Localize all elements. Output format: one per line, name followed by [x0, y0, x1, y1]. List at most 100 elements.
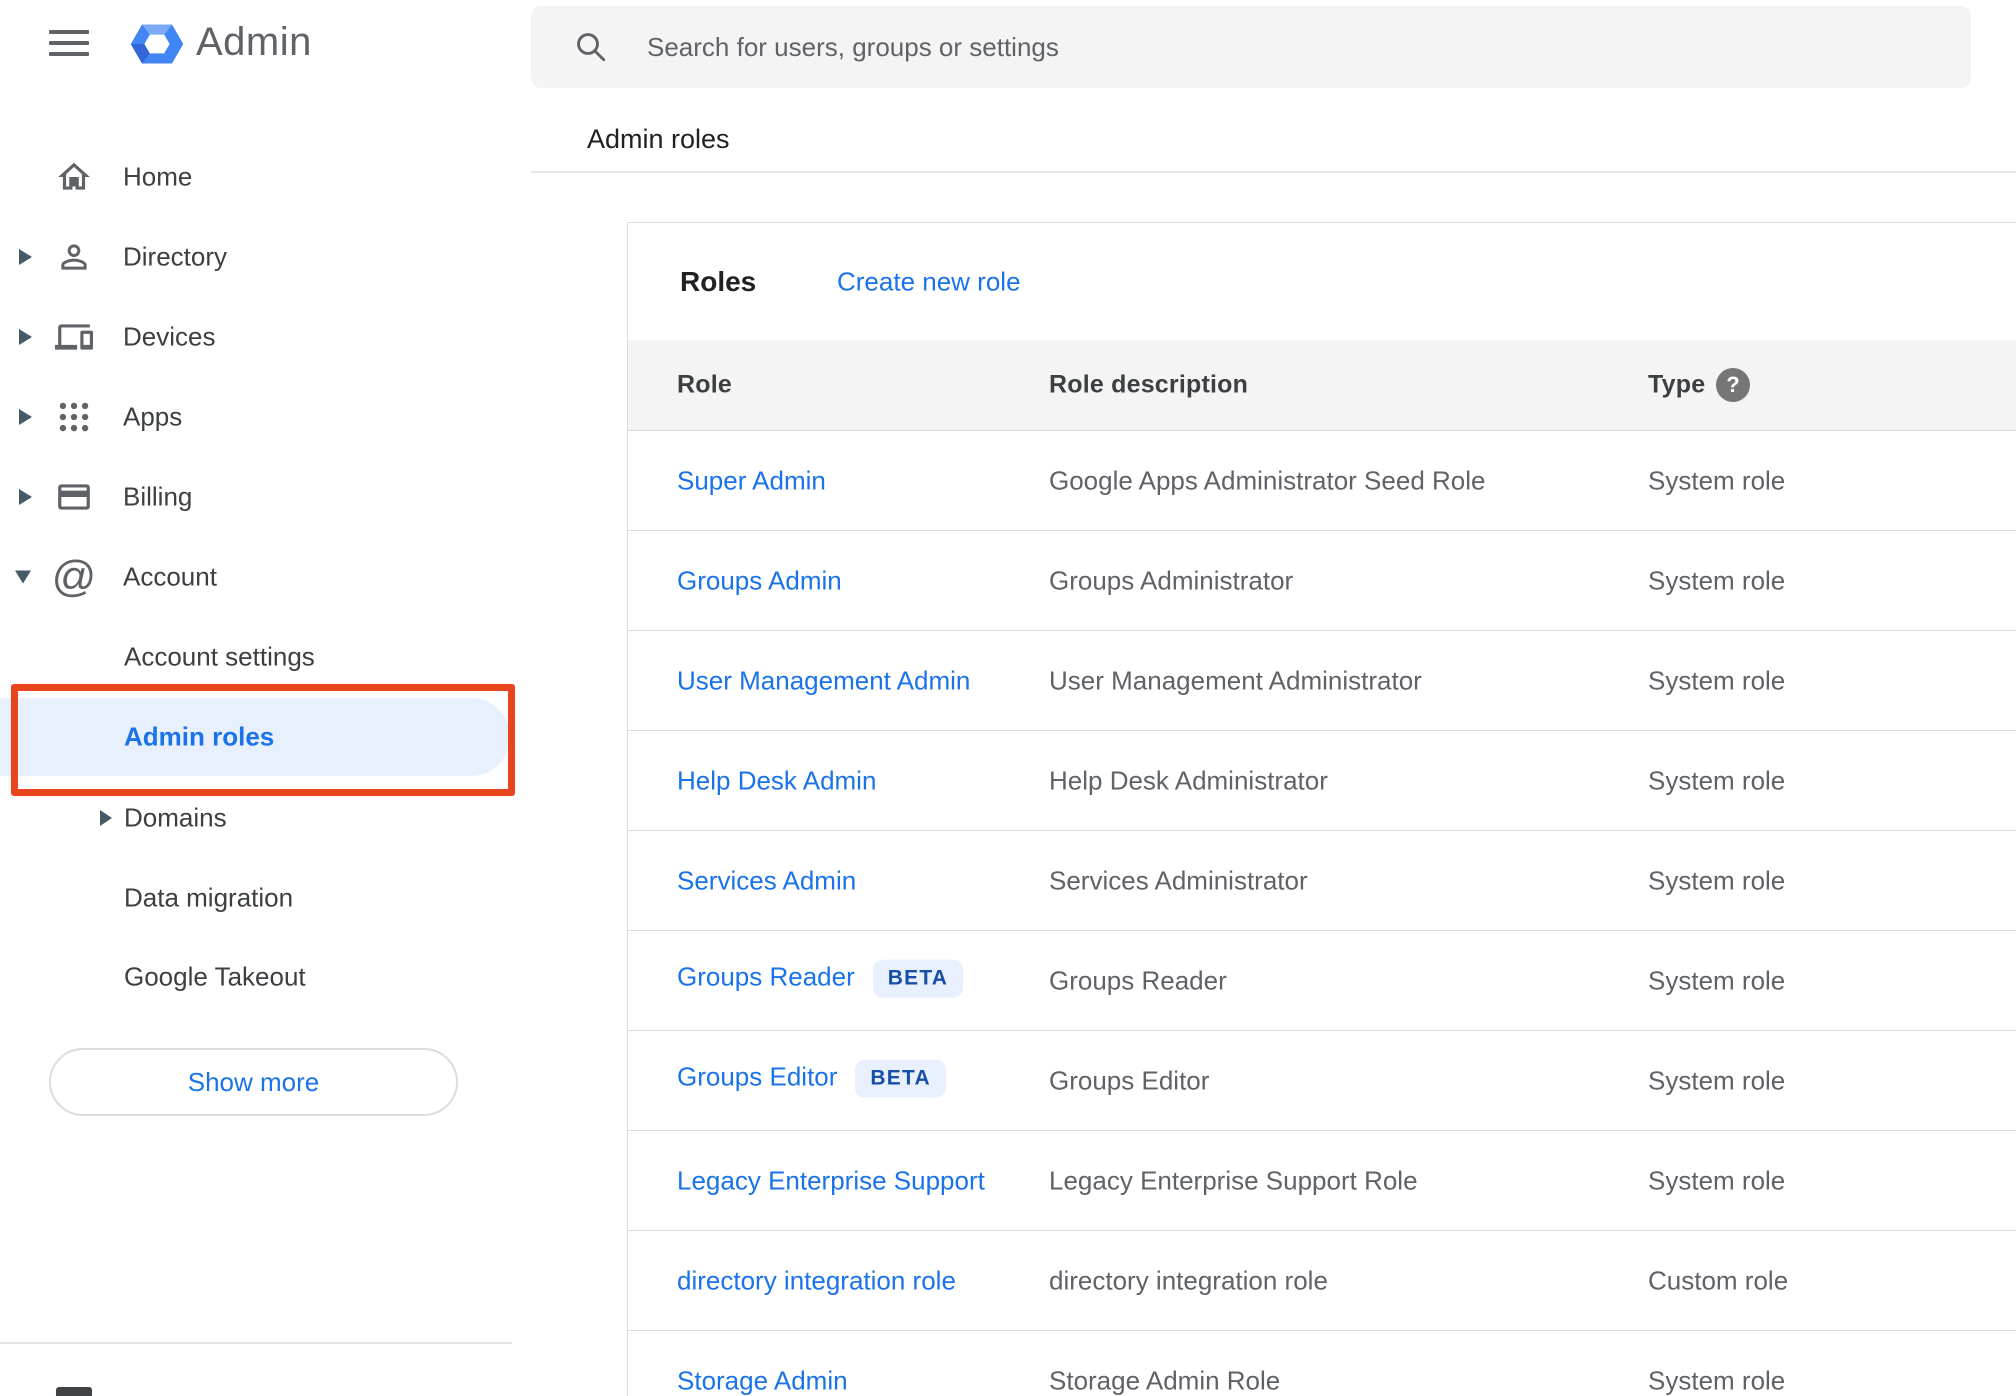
sidebar-item-label: Account settings [124, 641, 315, 672]
role-description-cell: Storage Admin Role [1049, 1365, 1281, 1395]
card-title: Roles [680, 265, 757, 297]
sidebar-item-devices[interactable]: Devices [0, 297, 531, 377]
sidebar-item-account-settings[interactable]: Account settings [0, 618, 531, 696]
sidebar-divider [0, 1342, 512, 1344]
role-description-cell: User Management Administrator [1049, 665, 1422, 695]
role-link[interactable]: Services Admin [677, 865, 856, 895]
column-header-role-description: Role description [1049, 370, 1249, 399]
role-type-cell: System role [1648, 1165, 1786, 1195]
role-type-cell: System role [1648, 1065, 1786, 1095]
role-cell: Groups Admin [677, 565, 842, 596]
chevron-right-icon[interactable] [19, 249, 32, 265]
sidebar-item-label: Data migration [124, 882, 294, 913]
person-icon [54, 237, 94, 277]
partial-sidebar-icon [56, 1387, 92, 1396]
role-type-cell: System role [1648, 465, 1786, 495]
table-row: Groups Editor BETA Groups Editor System rol… [628, 1031, 2016, 1131]
table-row: Legacy Enterprise Support Legacy Enterpri… [628, 1131, 2016, 1231]
sidebar-item-apps[interactable]: Apps [0, 377, 531, 457]
sidebar-item-billing[interactable]: Billing [0, 457, 531, 537]
role-link[interactable]: User Management Admin [677, 665, 970, 695]
roles-card-header: Roles Create new role [628, 223, 2016, 340]
sidebar-item-label: Google Takeout [124, 961, 306, 992]
sidebar-item-label: Directory [123, 241, 228, 272]
column-header-type: Type [1648, 370, 1706, 399]
chevron-right-icon[interactable] [19, 329, 32, 345]
table-row: Groups Admin Groups Administrator System r… [628, 531, 2016, 631]
sidebar-item-admin-roles[interactable]: Admin roles [0, 698, 510, 776]
sidebar-item-domains[interactable]: Domains [0, 779, 531, 857]
column-header-role: Role [677, 370, 732, 399]
role-description-cell: Google Apps Administrator Seed Role [1049, 465, 1486, 495]
role-description-cell: Help Desk Administrator [1049, 765, 1328, 795]
search-bar[interactable] [531, 6, 1971, 88]
show-more-button[interactable]: Show more [49, 1048, 458, 1116]
role-cell: directory integration role [677, 1265, 956, 1296]
sidebar-item-label: Home [123, 161, 193, 192]
sidebar-item-label: Apps [123, 401, 183, 432]
role-cell: Groups Reader BETA [677, 959, 964, 1000]
role-type-cell: System role [1648, 965, 1786, 995]
role-type-cell: System role [1648, 665, 1786, 695]
role-type-cell: System role [1648, 565, 1786, 595]
role-type-cell: System role [1648, 865, 1786, 895]
search-input[interactable] [531, 6, 1971, 88]
role-link[interactable]: directory integration role [677, 1265, 956, 1295]
table-row: Super Admin Google Apps Administrator See… [628, 431, 2016, 531]
sidebar-item-data-migration[interactable]: Data migration [0, 859, 531, 937]
role-link[interactable]: Super Admin [677, 465, 826, 495]
app-title: Admin [196, 20, 312, 64]
help-icon[interactable]: ? [1716, 368, 1750, 402]
role-cell: User Management Admin [677, 665, 970, 696]
sidebar-item-account[interactable]: @ Account [0, 537, 531, 617]
role-link[interactable]: Help Desk Admin [677, 765, 876, 795]
table-row: User Management Admin User Management Adm… [628, 631, 2016, 731]
role-cell: Services Admin [677, 865, 856, 896]
role-link[interactable]: Groups Admin [677, 565, 842, 595]
role-cell: Help Desk Admin [677, 765, 876, 796]
chevron-right-icon[interactable] [19, 489, 32, 505]
role-description-cell: Services Administrator [1049, 865, 1308, 895]
chevron-right-icon[interactable] [100, 810, 112, 826]
role-link[interactable]: Groups Editor [677, 1061, 837, 1091]
content-divider [531, 171, 2016, 173]
table-row: Services Admin Services Administrator Syst… [628, 831, 2016, 931]
roles-card: Roles Create new role Role Role descript… [627, 222, 2016, 1396]
sidebar-item-directory[interactable]: Directory [0, 217, 531, 297]
create-new-role-link[interactable]: Create new role [837, 266, 1021, 297]
role-cell: Super Admin [677, 465, 826, 496]
sidebar-item-label: Admin roles [124, 721, 275, 752]
apps-grid-icon [54, 397, 94, 437]
table-row: Help Desk Admin Help Desk Administrator Sy… [628, 731, 2016, 831]
role-link[interactable]: Legacy Enterprise Support [677, 1165, 985, 1195]
role-type-cell: Custom role [1648, 1265, 1789, 1295]
role-type-cell: System role [1648, 1365, 1786, 1395]
devices-icon [54, 317, 94, 357]
role-description-cell: Groups Administrator [1049, 565, 1294, 595]
sidebar-item-label: Domains [124, 802, 227, 833]
sidebar-item-label: Account [123, 561, 217, 592]
role-type-cell: System role [1648, 765, 1786, 795]
chevron-down-icon[interactable] [15, 570, 31, 584]
breadcrumb: Admin roles [587, 124, 730, 154]
role-cell: Legacy Enterprise Support [677, 1165, 985, 1196]
sidebar-item-label: Devices [123, 321, 216, 352]
role-description-cell: Legacy Enterprise Support Role [1049, 1165, 1418, 1195]
sidebar: Admin Home Directory Devices Apps Billing @ Ac… [0, 0, 531, 1396]
credit-card-icon [54, 477, 94, 517]
sidebar-item-label: Billing [123, 481, 193, 512]
role-description-cell: Groups Editor [1049, 1065, 1210, 1095]
role-description-cell: Groups Reader [1049, 965, 1227, 995]
role-cell: Groups Editor BETA [677, 1059, 946, 1100]
sidebar-item-google-takeout[interactable]: Google Takeout [0, 938, 531, 1016]
sidebar-item-home[interactable]: Home [0, 137, 531, 217]
role-link[interactable]: Storage Admin [677, 1365, 848, 1395]
role-link[interactable]: Groups Reader [677, 961, 855, 991]
role-cell: Storage Admin [677, 1365, 848, 1396]
table-header-row: Role Role description Type ? [628, 340, 2016, 431]
menu-icon[interactable] [49, 29, 89, 59]
admin-console-page: Admin Home Directory Devices Apps Billing @ Ac… [0, 0, 2016, 1396]
role-description-cell: directory integration role [1049, 1265, 1328, 1295]
chevron-right-icon[interactable] [19, 409, 32, 425]
roles-table-body: Super Admin Google Apps Administrator See… [628, 431, 2016, 1396]
